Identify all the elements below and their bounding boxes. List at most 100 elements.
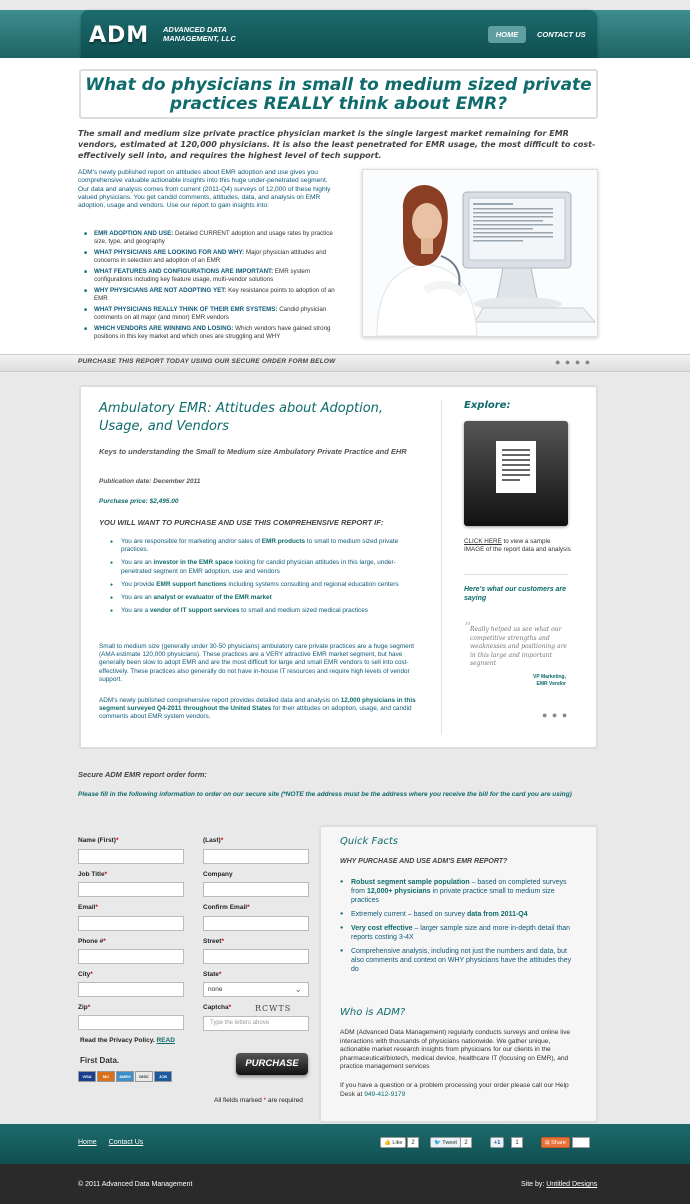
site-credit: Site by: Untitled Designs bbox=[521, 1181, 598, 1188]
intro-lead: The small and medium size private practi… bbox=[78, 129, 596, 160]
amex-icon: AMEX bbox=[116, 1071, 134, 1082]
order-note: Please fill in the following information… bbox=[78, 791, 572, 798]
cta-text: PURCHASE THIS REPORT TODAY USING OUR SEC… bbox=[78, 358, 336, 365]
tweet-count: 2 bbox=[460, 1137, 472, 1148]
page-title: What do physicians in small to medium si… bbox=[85, 75, 592, 114]
document-icon[interactable] bbox=[464, 421, 568, 526]
zip-input[interactable] bbox=[78, 1015, 184, 1030]
list-item: WHY PHYSICIANS ARE NOT ADOPTING YET: Key… bbox=[84, 287, 340, 303]
column-divider bbox=[441, 400, 442, 735]
facts-list: Robust segment sample population – based… bbox=[340, 878, 580, 979]
testimonial-quote: Really helped us see what our competitiv… bbox=[470, 626, 567, 667]
last-name-input[interactable] bbox=[203, 849, 309, 864]
tweet-button[interactable]: 🐦 Tweet bbox=[430, 1137, 461, 1148]
logo-subtitle: ADVANCED DATA MANAGEMENT, LLC bbox=[163, 25, 236, 43]
publication-date: Publication date: December 2011 bbox=[99, 478, 201, 485]
footer-links: Home Contact Us bbox=[78, 1139, 153, 1146]
order-title: Secure ADM EMR report order form: bbox=[78, 770, 207, 779]
company-input[interactable] bbox=[203, 882, 309, 897]
street-input[interactable] bbox=[203, 949, 309, 964]
street-label: Street* bbox=[203, 938, 224, 945]
list-item: Comprehensive analysis, including not ju… bbox=[340, 947, 580, 974]
slider-dots[interactable]: ● ● ● ● bbox=[555, 357, 591, 367]
city-input[interactable] bbox=[78, 982, 184, 997]
mastercard-icon: MC bbox=[97, 1071, 115, 1082]
confirm-email-input[interactable] bbox=[203, 916, 309, 931]
divider bbox=[464, 574, 568, 575]
list-item: You are a vendor of IT support services … bbox=[110, 607, 400, 615]
explore-heading: Explore: bbox=[464, 400, 511, 411]
audience-list: You are responsible for marketing and/or… bbox=[110, 538, 400, 620]
testimonial-heading: Here's what our customers are saying bbox=[464, 586, 567, 602]
job-title-label: Job Title* bbox=[78, 871, 108, 878]
card-logos: VISA MC AMEX DISC JCB bbox=[78, 1071, 172, 1082]
captcha-label: Captcha* bbox=[203, 1004, 232, 1011]
report-paragraph: ADM's newly published comprehensive repo… bbox=[99, 697, 416, 721]
required-note: All fields marked * are required bbox=[214, 1097, 303, 1104]
privacy-link[interactable]: READ bbox=[156, 1037, 174, 1044]
share-button[interactable]: ⊞ Share bbox=[541, 1137, 570, 1148]
state-label: State* bbox=[203, 971, 222, 978]
footer-contact-link[interactable]: Contact Us bbox=[109, 1139, 144, 1146]
like-button[interactable]: 👍 Like bbox=[380, 1137, 407, 1148]
plusone-button[interactable]: +1 bbox=[490, 1137, 505, 1148]
list-item: WHAT FEATURES AND CONFIGURATIONS ARE IMP… bbox=[84, 268, 340, 284]
list-item: Robust segment sample population – based… bbox=[340, 878, 580, 905]
list-item: You provide EMR support functions includ… bbox=[110, 581, 400, 589]
privacy-text: Read the Privacy Policy. READ bbox=[80, 1037, 175, 1044]
share-count bbox=[572, 1137, 590, 1148]
zip-label: Zip* bbox=[78, 1004, 91, 1011]
captcha-image: RCWTS bbox=[255, 1004, 292, 1013]
purchase-price: Purchase price: $2,495.00 bbox=[99, 498, 179, 505]
firstdata-logo: First Data. bbox=[80, 1056, 120, 1065]
first-name-input[interactable] bbox=[78, 849, 184, 864]
list-item: Extremely current – based on survey data… bbox=[340, 910, 580, 919]
insight-list: EMR ADOPTION AND USE: Detailed CURRENT a… bbox=[84, 230, 340, 344]
list-item: You are an analyst or evaluator of the E… bbox=[110, 594, 400, 602]
email-label: Email* bbox=[78, 904, 98, 911]
list-item: WHAT PHYSICIANS ARE LOOKING FOR AND WHY:… bbox=[84, 249, 340, 265]
copyright: © 2011 Advanced Data Management bbox=[78, 1181, 193, 1188]
footer-home-link[interactable]: Home bbox=[78, 1139, 97, 1146]
help-phone[interactable]: 949-412-9179 bbox=[364, 1091, 405, 1098]
testimonial-author: VP Marketing, EMR Vendor bbox=[533, 674, 566, 687]
nav-home[interactable]: HOME bbox=[488, 26, 526, 43]
phone-label: Phone #* bbox=[78, 938, 106, 945]
visa-icon: VISA bbox=[78, 1071, 96, 1082]
jcb-icon: JCB bbox=[154, 1071, 172, 1082]
first-name-label: Name (First)* bbox=[78, 837, 119, 844]
sample-text: CLICK HERE to view a sample IMAGE of the… bbox=[464, 538, 571, 553]
who-title: Who is ADM? bbox=[340, 1007, 406, 1018]
headline-box: What do physicians in small to medium si… bbox=[79, 69, 598, 119]
discover-icon: DISC bbox=[135, 1071, 153, 1082]
testimonial-dots[interactable]: ● ● ● bbox=[542, 710, 568, 720]
market-paragraph: Small to medium size (generally under 30… bbox=[99, 643, 415, 683]
site-credit-link[interactable]: Untitled Designs bbox=[546, 1181, 597, 1188]
quick-facts-subtitle: WHY PURCHASE AND USE ADM'S EMR REPORT? bbox=[340, 858, 508, 865]
chevron-down-icon: ⌄ bbox=[294, 984, 302, 994]
state-select[interactable]: none ⌄ bbox=[203, 982, 309, 997]
nav-contact[interactable]: CONTACT US bbox=[533, 26, 590, 43]
city-label: City* bbox=[78, 971, 93, 978]
phone-input[interactable] bbox=[78, 949, 184, 964]
company-label: Company bbox=[203, 871, 233, 878]
plusone-count: 1 bbox=[511, 1137, 523, 1148]
want-title: YOU WILL WANT TO PURCHASE AND USE THIS C… bbox=[99, 518, 384, 527]
logo[interactable]: ADM bbox=[89, 23, 149, 48]
last-name-label: (Last)* bbox=[203, 837, 224, 844]
quick-facts-title: Quick Facts bbox=[340, 836, 398, 847]
email-input[interactable] bbox=[78, 916, 184, 931]
like-count: 2 bbox=[407, 1137, 419, 1148]
purchase-button[interactable]: PURCHASE bbox=[236, 1053, 308, 1075]
list-item: EMR ADOPTION AND USE: Detailed CURRENT a… bbox=[84, 230, 340, 246]
header: ADM ADVANCED DATA MANAGEMENT, LLC HOME C… bbox=[81, 10, 597, 58]
job-title-input[interactable] bbox=[78, 882, 184, 897]
captcha-input[interactable]: Type the letters above bbox=[203, 1016, 309, 1031]
list-item: You are responsible for marketing and/or… bbox=[110, 538, 400, 554]
who-text: ADM (Advanced Data Management) regularly… bbox=[340, 1029, 571, 1071]
report-subtitle: Keys to understanding the Small to Mediu… bbox=[99, 447, 407, 456]
physician-photo bbox=[362, 169, 598, 337]
list-item: Very cost effective – larger sample size… bbox=[340, 924, 580, 942]
help-text: If you have a question or a problem proc… bbox=[340, 1082, 569, 1098]
click-here-link[interactable]: CLICK HERE bbox=[464, 538, 502, 545]
